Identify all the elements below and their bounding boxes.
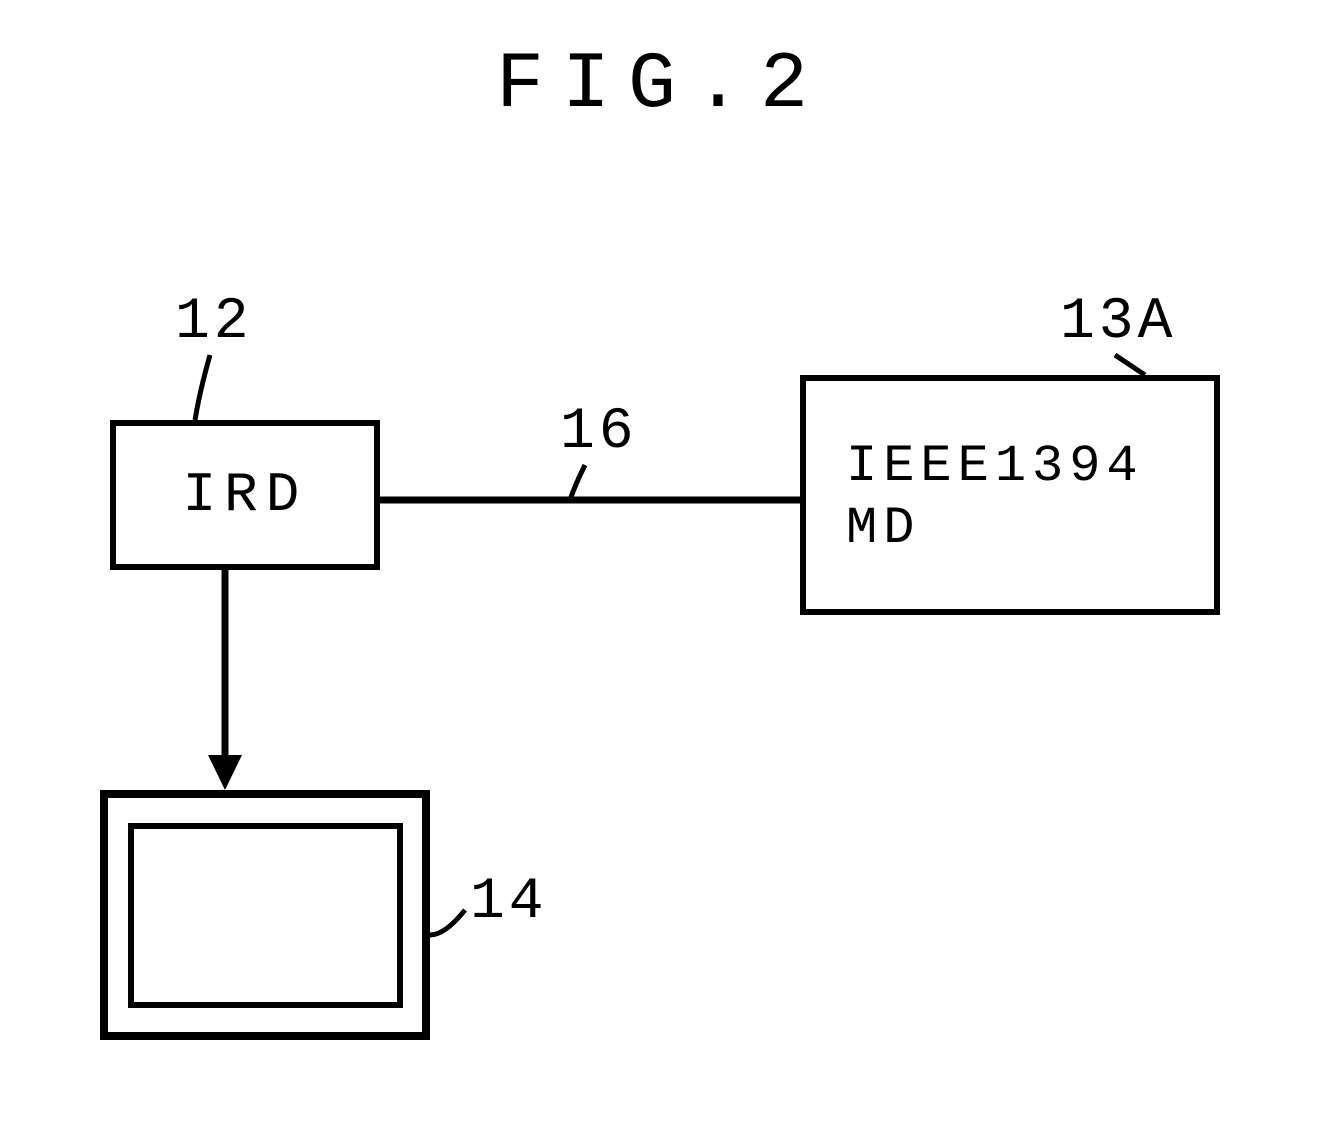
figure-title: FIG.2 [0, 40, 1322, 131]
ref-label-14: 14 [470, 870, 548, 935]
ieee-line1: IEEE1394 [846, 436, 1214, 498]
ref-label-12: 12 [175, 290, 253, 355]
monitor-screen [128, 823, 403, 1008]
ieee-block: IEEE1394 MD [800, 375, 1220, 615]
ird-block: IRD [110, 420, 380, 570]
ref-label-16: 16 [560, 400, 638, 465]
ieee-line2: MD [846, 498, 1214, 560]
monitor-block [100, 790, 430, 1040]
ref-label-13a: 13A [1060, 290, 1176, 355]
ird-label: IRD [183, 463, 308, 527]
